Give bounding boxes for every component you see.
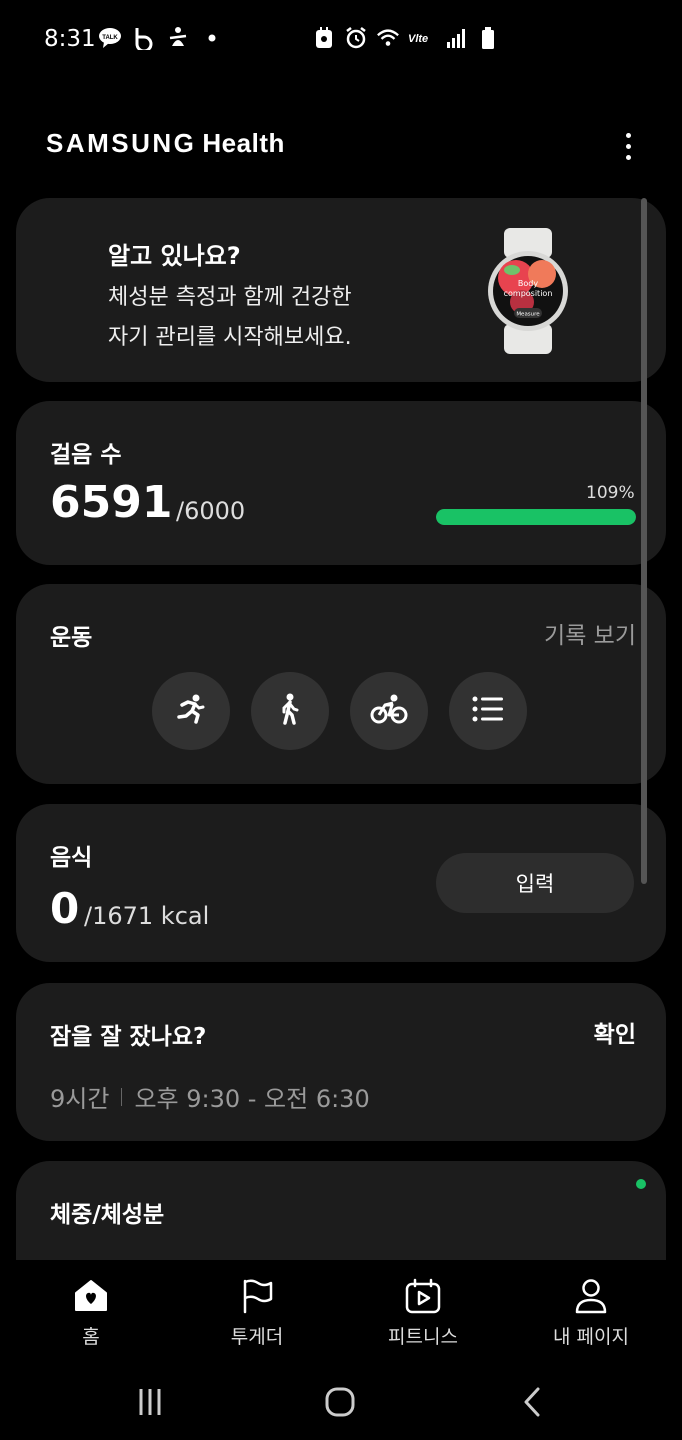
signal-icon [444,26,468,50]
more-dot-icon [625,132,631,138]
logo-brand: SAMSUNG [46,128,197,158]
steps-progress-bar [436,509,636,525]
cycling-button[interactable] [350,672,428,750]
weight-card[interactable]: 체중/체성분 [16,1161,666,1260]
status-left-icons: TALK [98,26,224,50]
steps-title: 걸음 수 [50,442,122,468]
weight-title: 체중/체성분 [50,1202,165,1228]
nav-home[interactable]: 홈 [6,1276,176,1349]
steps-value: 6591 [50,477,173,528]
battery-icon [476,26,500,50]
watch-image: Body composition Measure [486,228,570,354]
alarm-icon [344,26,368,50]
app-header: SAMSUNG Health [0,118,682,178]
walking-button[interactable] [251,672,329,750]
running-icon [174,692,208,730]
sleep-title: 잠을 잘 잤나요? [50,1024,207,1050]
sleep-range: 오후 9:30 - 오전 6:30 [134,1085,370,1113]
steps-percent: 109% [586,483,635,503]
talk-icon: TALK [98,26,122,50]
running-button[interactable] [152,672,230,750]
steps-card[interactable]: 걸음 수 6591 /6000 109% [16,401,666,565]
food-value: 0 [50,884,80,933]
wifi-icon [376,26,400,50]
person-icon [571,1276,611,1316]
exercise-card[interactable]: 운동 기록 보기 [16,584,666,784]
walking-icon [273,692,307,730]
dot-icon [200,26,224,50]
status-time: 8:31 [44,26,96,52]
nav-together[interactable]: 투게더 [172,1276,342,1349]
new-indicator-dot [636,1179,646,1189]
tip-text: 체성분 측정과 함께 건강한 자기 관리를 시작해보세요. [108,278,428,358]
bottom-nav: 홈 투게더 피트니스 내 페이지 [0,1260,682,1370]
nav-fitness[interactable]: 피트니스 [338,1276,508,1349]
nav-home-label: 홈 [82,1326,100,1348]
exercise-list-button[interactable] [449,672,527,750]
more-dot-icon [625,154,631,160]
steps-progress-fill [436,509,636,525]
accessibility-icon [166,26,190,50]
logo-product: Health [202,128,285,158]
volte-icon: Vlte [408,26,436,50]
list-icon [472,696,504,726]
view-records-link[interactable]: 기록 보기 [544,616,636,650]
home-button[interactable] [320,1384,360,1424]
more-dot-icon [625,143,631,149]
svg-text:TALK: TALK [102,35,118,41]
status-right-icons: Vlte [312,26,500,50]
status-bar: 8:31 TALK Vlte [0,0,682,84]
exercise-title: 운동 [50,625,93,651]
back-icon [520,1387,544,1421]
sleep-divider [121,1087,123,1106]
svg-text:Vlte: Vlte [408,33,428,45]
nav-together-label: 투게더 [230,1326,284,1348]
fitness-icon [403,1276,443,1316]
scrollbar[interactable] [641,198,647,884]
nav-fitness-label: 피트니스 [388,1326,458,1348]
home-content[interactable]: 알고 있나요? 체성분 측정과 함께 건강한 자기 관리를 시작해보세요. Bo… [0,198,682,1260]
recent-apps-button[interactable] [130,1384,170,1424]
system-nav-bar [0,1370,682,1440]
exercise-buttons [152,672,527,750]
tip-title: 알고 있나요? [108,242,241,270]
sleep-duration: 9시간 [50,1085,110,1113]
food-title: 음식 [50,845,93,871]
watch-measure-text: Measure [516,312,540,318]
recent-apps-icon [135,1387,165,1421]
nav-my-page-label: 내 페이지 [553,1326,629,1348]
nav-my-page[interactable]: 내 페이지 [506,1276,676,1349]
home-circle-icon [325,1387,355,1421]
app-logo: SAMSUNG Health [46,128,285,159]
flag-icon [237,1276,277,1316]
steps-goal: /6000 [176,497,246,525]
food-goal: /1671 kcal [84,902,210,930]
back-button[interactable] [512,1384,552,1424]
tip-card[interactable]: 알고 있나요? 체성분 측정과 함께 건강한 자기 관리를 시작해보세요. Bo… [16,198,666,382]
tip-line-1: 체성분 측정과 함께 건강한 [108,285,352,310]
cycling-icon [370,692,408,730]
home-icon [71,1276,111,1316]
food-input-button[interactable]: 입력 [436,853,634,913]
food-card[interactable]: 음식 0 /1671 kcal 입력 [16,804,666,962]
more-options-button[interactable] [612,130,644,162]
sleep-detail: 9시간 오후 9:30 - 오전 6:30 [50,1079,370,1114]
tip-line-2: 자기 관리를 시작해보세요. [108,325,352,350]
sleep-card[interactable]: 잠을 잘 잤나요? 확인 9시간 오후 9:30 - 오전 6:30 [16,983,666,1141]
nfc-icon [312,26,336,50]
b-icon [132,26,156,50]
watch-text-2: composition [504,289,553,298]
watch-text-1: Body [518,279,538,288]
sleep-confirm-button[interactable]: 확인 [594,1015,636,1049]
